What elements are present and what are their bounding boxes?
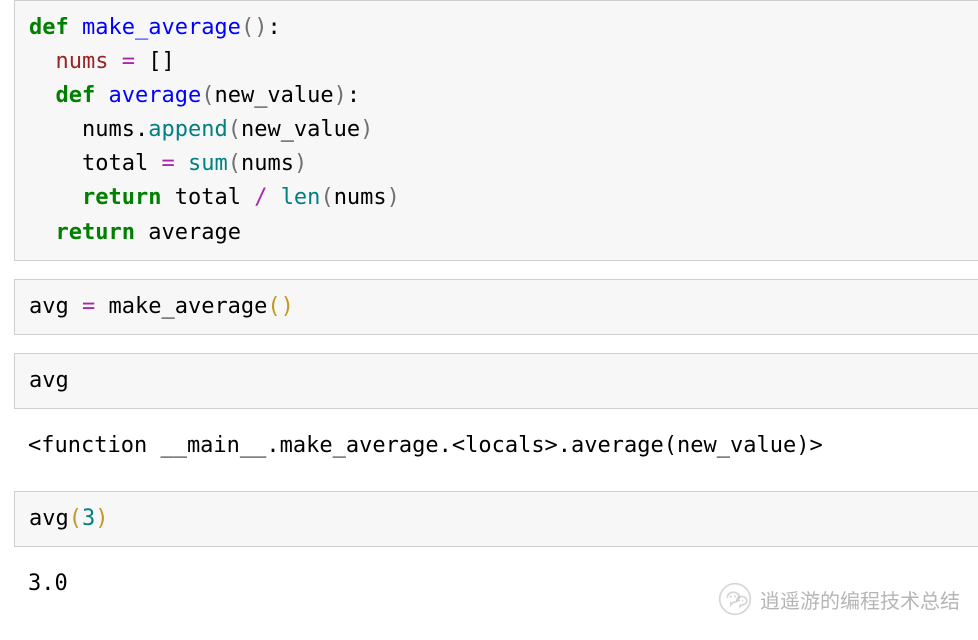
output-text: 3.0 — [28, 567, 964, 601]
code-cell[interactable]: avg(3) — [14, 491, 978, 547]
code-block: avg — [29, 364, 964, 398]
code-block: avg = make_average() — [29, 290, 964, 324]
notebook: def make_average(): nums = [] def averag… — [0, 0, 978, 611]
code-block: avg(3) — [29, 502, 964, 536]
code-block: def make_average(): nums = [] def averag… — [29, 11, 964, 250]
output-text: <function __main__.make_average.<locals>… — [28, 429, 964, 463]
code-cell[interactable]: def make_average(): nums = [] def averag… — [14, 0, 978, 261]
output-cell: <function __main__.make_average.<locals>… — [14, 419, 978, 473]
output-cell: 3.0 — [14, 557, 978, 611]
code-cell[interactable]: avg = make_average() — [14, 279, 978, 335]
code-cell[interactable]: avg — [14, 353, 978, 409]
